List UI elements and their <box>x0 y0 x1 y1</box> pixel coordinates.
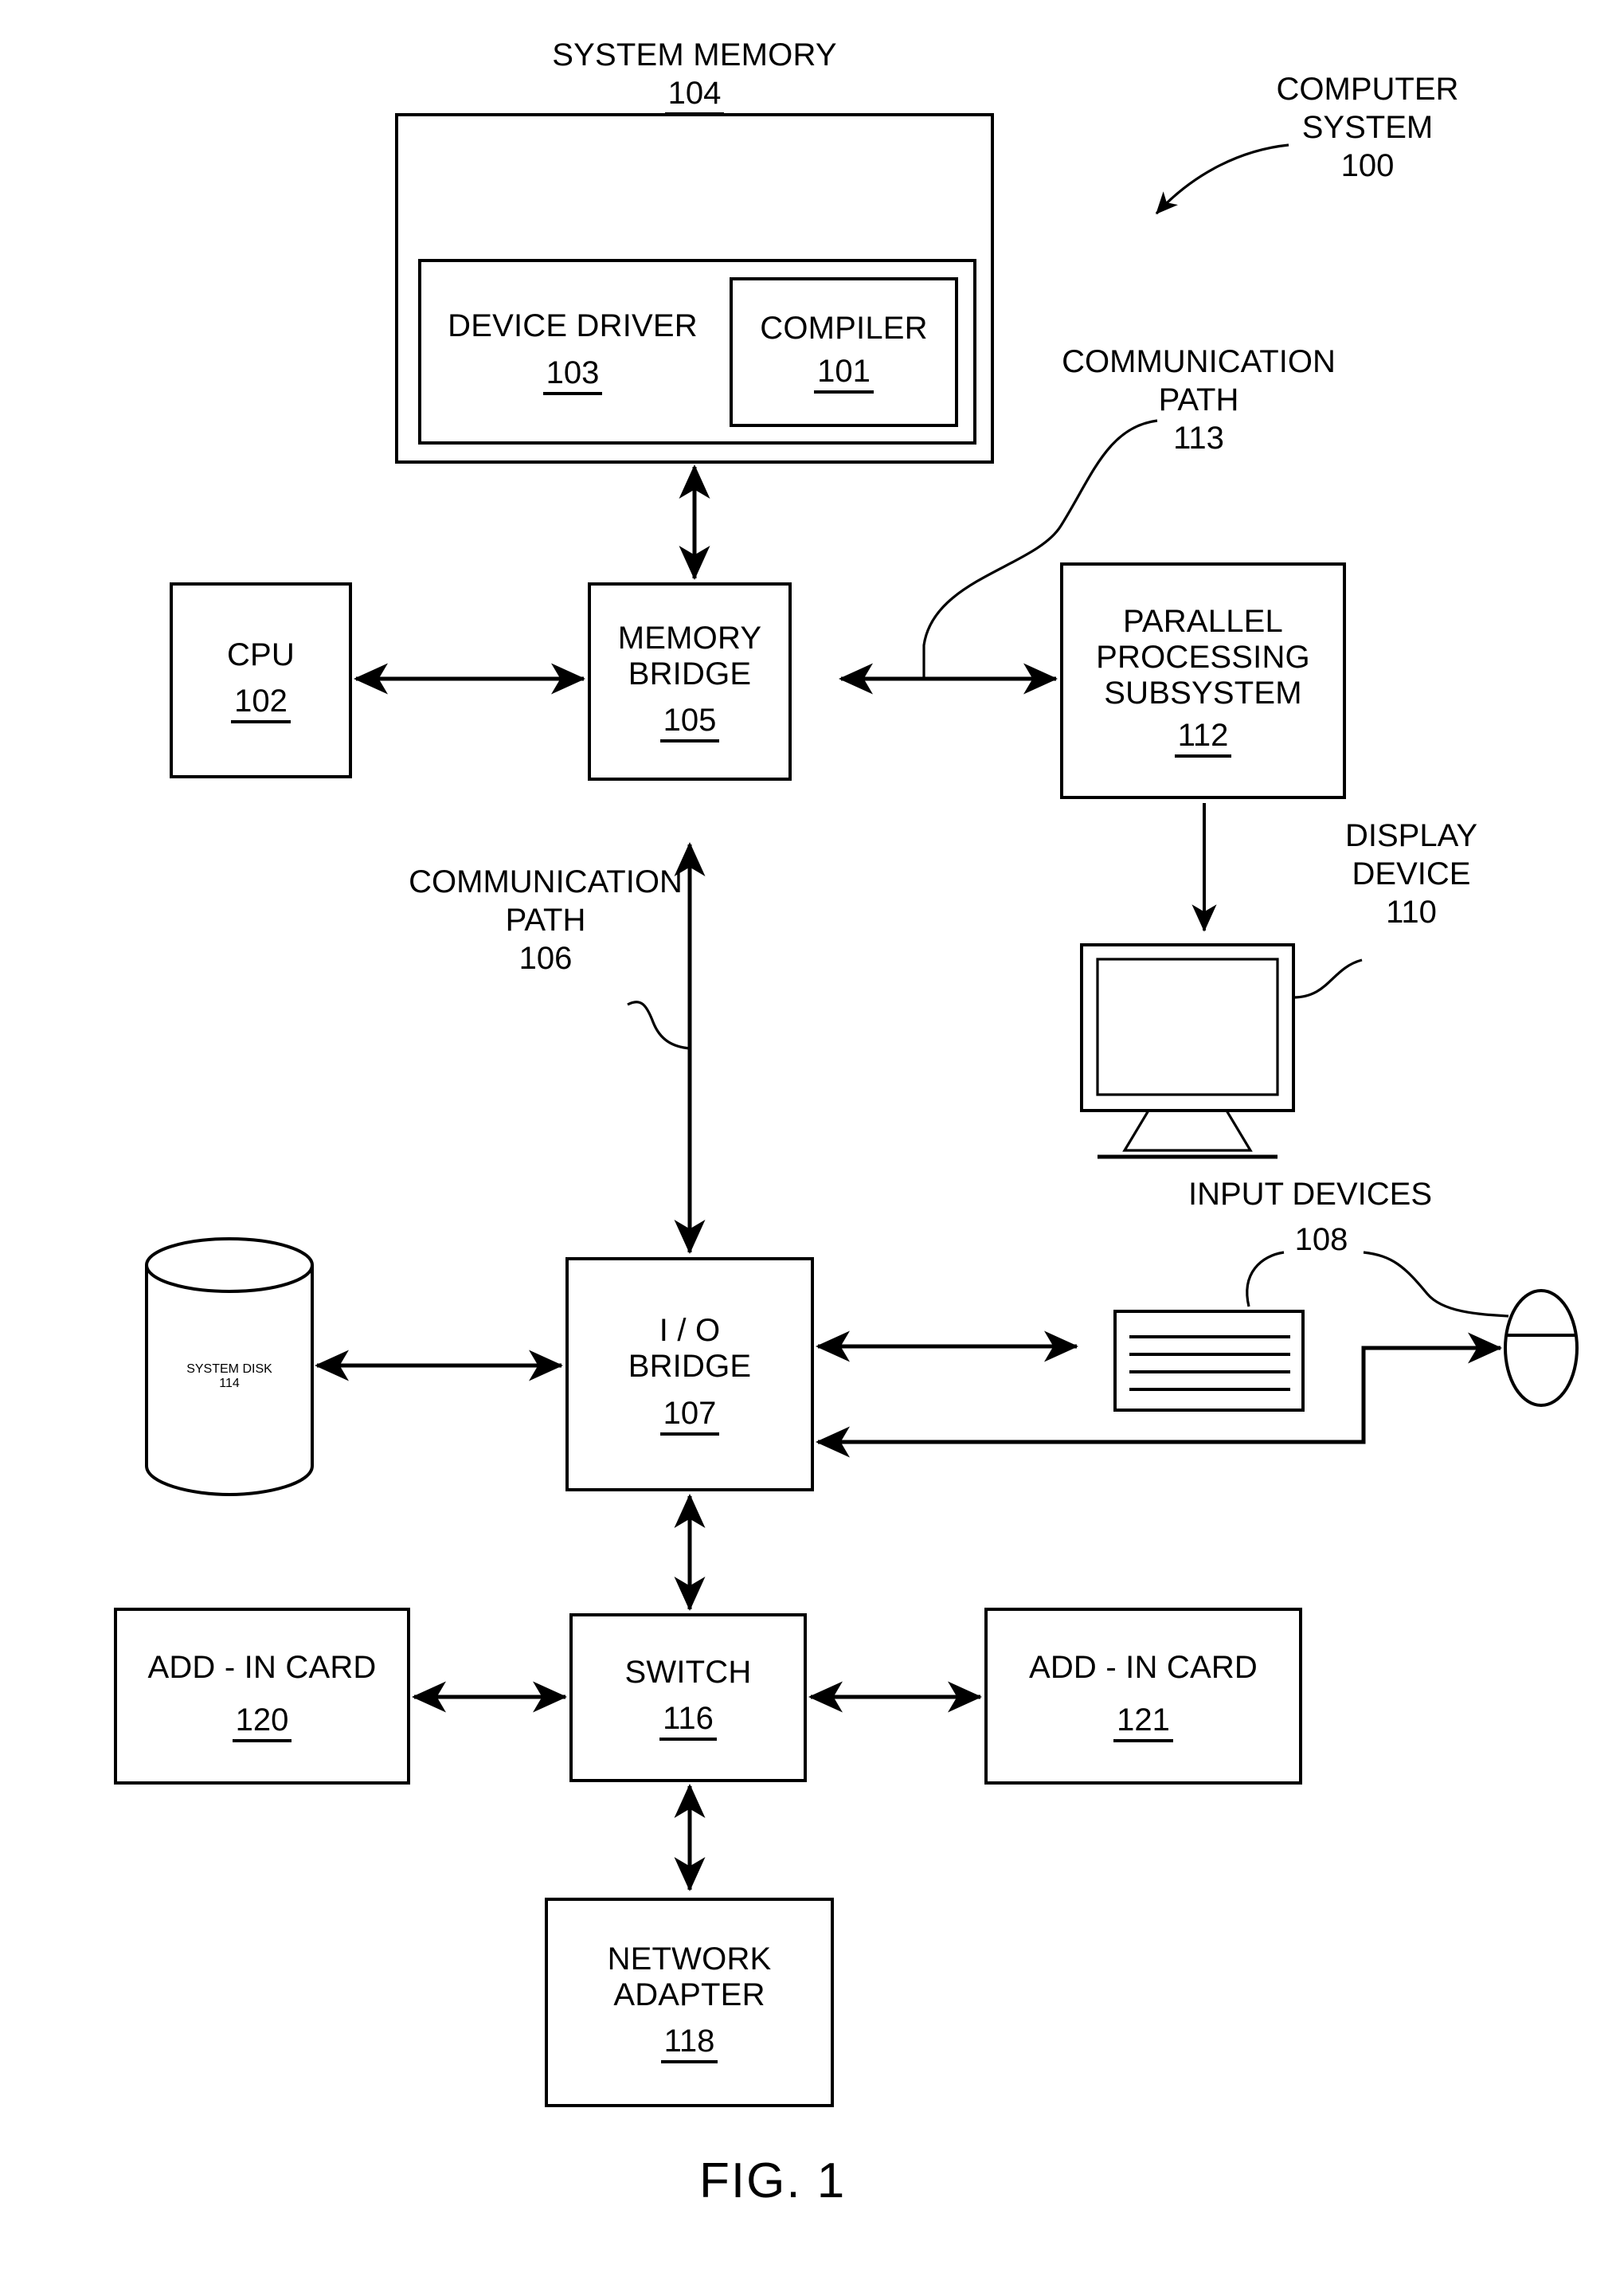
parallel-processing-subsystem-box: PARALLEL PROCESSING SUBSYSTEM 112 <box>1060 562 1346 799</box>
cpu-title: CPU <box>226 637 295 672</box>
network-adapter-box: NETWORK ADAPTER 118 <box>545 1898 834 2107</box>
switch-number: 116 <box>659 1701 717 1742</box>
leader-display-device-110 <box>1293 958 1363 999</box>
switch-title: SWITCH <box>624 1654 752 1690</box>
figure-caption: FIG. 1 <box>699 2153 847 2208</box>
leader-input-devices-108 <box>1246 1251 1509 1318</box>
system-memory-number: 104 <box>664 76 725 116</box>
compiler-box: COMPILER 101 <box>730 277 958 427</box>
device-driver-number: 103 <box>542 355 603 395</box>
add-in-card-120-title: ADD - IN CARD <box>147 1649 377 1685</box>
memory-bridge-number: 105 <box>659 703 720 743</box>
switch-box: SWITCH 116 <box>569 1613 807 1782</box>
add-in-card-120-number: 120 <box>232 1702 292 1743</box>
monitor-icon <box>1080 943 1295 1159</box>
memory-bridge-title: MEMORY BRIDGE <box>617 620 762 692</box>
communication-path-113-callout: COMMUNICATION PATH 113 <box>1062 344 1336 456</box>
input-devices-108-callout: INPUT DEVICES <box>1188 1177 1432 1212</box>
system-disk-title: SYSTEM DISK <box>186 1362 272 1376</box>
compiler-number: 101 <box>814 354 874 394</box>
io-bridge-title: I / O BRIDGE <box>628 1313 752 1384</box>
pps-title: PARALLEL PROCESSING SUBSYSTEM <box>1096 604 1310 711</box>
system-memory-title: SYSTEM MEMORY <box>552 37 837 72</box>
add-in-card-120-box: ADD - IN CARD 120 <box>114 1608 410 1785</box>
add-in-card-121-title: ADD - IN CARD <box>1028 1649 1258 1685</box>
display-device-110-callout: DISPLAY DEVICE 110 <box>1345 818 1477 930</box>
io-bridge-box: I / O BRIDGE 107 <box>565 1257 814 1491</box>
pps-number: 112 <box>1174 718 1232 758</box>
system-disk-box: SYSTEM DISK 114 <box>147 1281 312 1472</box>
keyboard-icon <box>1113 1310 1305 1412</box>
cpu-box: CPU 102 <box>170 582 352 778</box>
system-disk-number: 114 <box>219 1377 240 1390</box>
device-driver-title: DEVICE DRIVER <box>448 308 698 344</box>
patent-figure-page: SYSTEM MEMORY 104 DEVICE DRIVER 103 COMP… <box>0 0 1616 2296</box>
computer-system-callout: COMPUTER SYSTEM 100 <box>1276 72 1459 183</box>
network-adapter-title: NETWORK ADAPTER <box>607 1941 772 2012</box>
communication-path-106-callout: COMMUNICATION PATH 106 <box>409 864 683 976</box>
input-devices-number-callout: 108 <box>1294 1222 1348 1257</box>
compiler-title: COMPILER <box>760 310 928 346</box>
memory-bridge-box: MEMORY BRIDGE 105 <box>588 582 792 781</box>
leader-communication-path-106 <box>627 1001 691 1050</box>
wire-mouse-to-io-bridge <box>815 1332 1503 1458</box>
cpu-number: 102 <box>231 684 291 724</box>
add-in-card-121-number: 121 <box>1113 1702 1173 1743</box>
mouse-icon <box>1504 1289 1579 1407</box>
network-adapter-number: 118 <box>660 2024 718 2064</box>
add-in-card-121-box: ADD - IN CARD 121 <box>984 1608 1302 1785</box>
io-bridge-number: 107 <box>659 1396 720 1436</box>
